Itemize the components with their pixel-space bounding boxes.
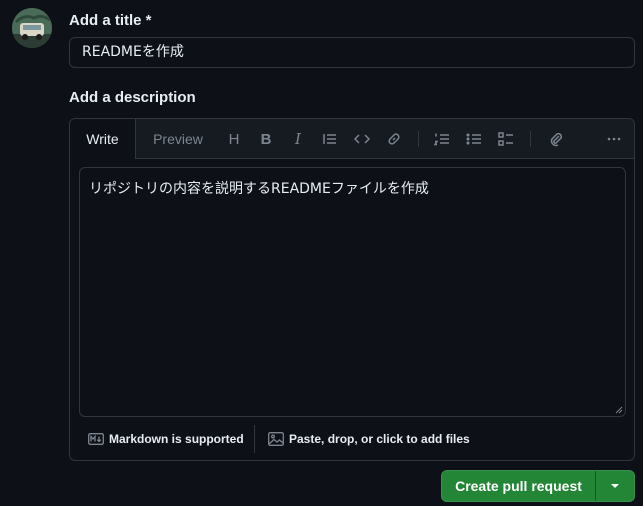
link-button[interactable]: [382, 127, 406, 151]
resize-handle-icon[interactable]: [615, 406, 623, 414]
footer-divider: [254, 425, 255, 453]
image-icon: [268, 432, 284, 446]
more-options-button[interactable]: [602, 127, 626, 151]
italic-button[interactable]: I: [286, 127, 310, 151]
quote-icon: [323, 134, 336, 144]
create-options-dropdown[interactable]: [596, 471, 634, 501]
title-label: Add a title *: [69, 12, 152, 29]
toolbar-divider: [530, 131, 531, 147]
task-list-button[interactable]: [494, 127, 518, 151]
kebab-icon: [607, 137, 621, 141]
unordered-list-button[interactable]: [462, 127, 486, 151]
tab-preview[interactable]: Preview: [144, 119, 212, 159]
attach-files-label: Paste, drop, or click to add files: [289, 432, 470, 446]
title-input[interactable]: READMEを作成: [69, 37, 635, 68]
ordered-list-button[interactable]: [430, 127, 454, 151]
avatar[interactable]: [12, 8, 52, 48]
toolbar-divider: [418, 131, 419, 147]
markdown-icon: [88, 433, 104, 445]
code-button[interactable]: [350, 127, 374, 151]
attach-button[interactable]: [544, 127, 568, 151]
attach-files-link[interactable]: Paste, drop, or click to add files: [268, 425, 470, 453]
description-textarea[interactable]: リポジトリの内容を説明するREADMEファイルを作成: [79, 167, 626, 417]
create-pull-request-button[interactable]: Create pull request: [442, 471, 596, 501]
paperclip-icon: [550, 132, 563, 147]
bold-button[interactable]: B: [254, 127, 278, 151]
create-pull-request-group: Create pull request: [441, 470, 635, 502]
unordered-list-icon: [466, 133, 481, 145]
description-text: リポジトリの内容を説明するREADMEファイルを作成: [89, 181, 429, 197]
tab-write[interactable]: Write: [70, 119, 136, 159]
quote-button[interactable]: [318, 127, 342, 151]
triangle-down-icon: [611, 484, 619, 488]
editor-toolbar: Write Preview H B I: [70, 119, 634, 159]
code-icon: [354, 134, 370, 144]
editor-footer: Markdown is supported Paste, drop, or cl…: [70, 425, 634, 460]
markdown-supported-link[interactable]: Markdown is supported: [88, 425, 244, 453]
description-editor: Write Preview H B I リポジトリの内容を説明するREADMEフ…: [69, 118, 635, 461]
link-icon: [388, 133, 400, 145]
markdown-label: Markdown is supported: [109, 432, 244, 446]
ordered-list-icon: [434, 133, 449, 146]
heading-button[interactable]: H: [222, 127, 246, 151]
task-list-icon: [498, 132, 513, 146]
description-label: Add a description: [69, 89, 196, 106]
